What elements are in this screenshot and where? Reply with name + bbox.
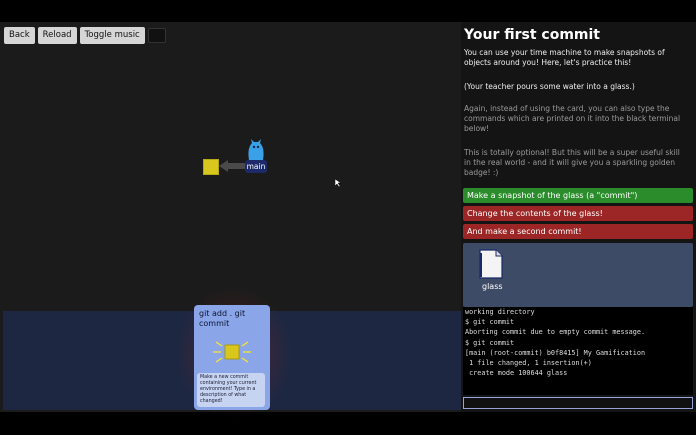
terminal-line: [main (root-commit) b0f8415] My Gamifica… — [465, 348, 646, 357]
toolbar: Back Reload Toggle music — [4, 27, 166, 44]
terminal-line: Aborting commit due to empty commit mess… — [465, 328, 646, 337]
inventory: glass — [463, 243, 693, 307]
terminal-hint: Again, instead of using the card, you ca… — [464, 104, 681, 133]
file-label-glass: glass — [482, 282, 503, 291]
arrow-left-icon — [219, 160, 245, 172]
mouse-cursor-icon — [335, 179, 341, 187]
terminal-line: working directory — [465, 308, 535, 316]
mascot-icon — [248, 139, 264, 160]
terminal-line: $ git commit — [465, 318, 515, 327]
branch-label-main[interactable]: main — [245, 160, 267, 173]
terminal-line: 1 file changed, 1 insertion(+) — [465, 359, 592, 368]
terminal-output: working directory $ git commit Aborting … — [463, 307, 693, 395]
reload-button[interactable]: Reload — [37, 27, 77, 44]
task-second-commit: And make a second commit! — [463, 224, 693, 239]
card-description: Make a new commit containing your curren… — [197, 373, 265, 407]
commit-node[interactable] — [203, 159, 219, 175]
document-icon[interactable] — [479, 249, 503, 279]
card-title: git add . git commit — [199, 309, 246, 328]
git-commit-card[interactable]: git add . git commit Make a new commit c… — [194, 305, 270, 410]
commit-snapshot-icon — [213, 341, 251, 363]
back-button[interactable]: Back — [4, 27, 35, 44]
task-commit-glass: Make a snapshot of the glass (a "commit"… — [463, 188, 693, 203]
extra-toolbar-button[interactable] — [147, 28, 166, 43]
terminal-line: $ git commit — [465, 338, 515, 347]
terminal-line: create mode 100644 glass — [465, 369, 568, 378]
teacher-note: (Your teacher pours some water into a gl… — [464, 82, 635, 91]
task-change-glass: Change the contents of the glass! — [463, 206, 693, 221]
level-intro: You can use your time machine to make sn… — [464, 48, 665, 67]
level-title: Your first commit — [464, 27, 600, 43]
terminal-input[interactable] — [463, 397, 693, 409]
toggle-music-button[interactable]: Toggle music — [79, 27, 145, 44]
optional-note: This is totally optional! But this will … — [464, 148, 680, 177]
